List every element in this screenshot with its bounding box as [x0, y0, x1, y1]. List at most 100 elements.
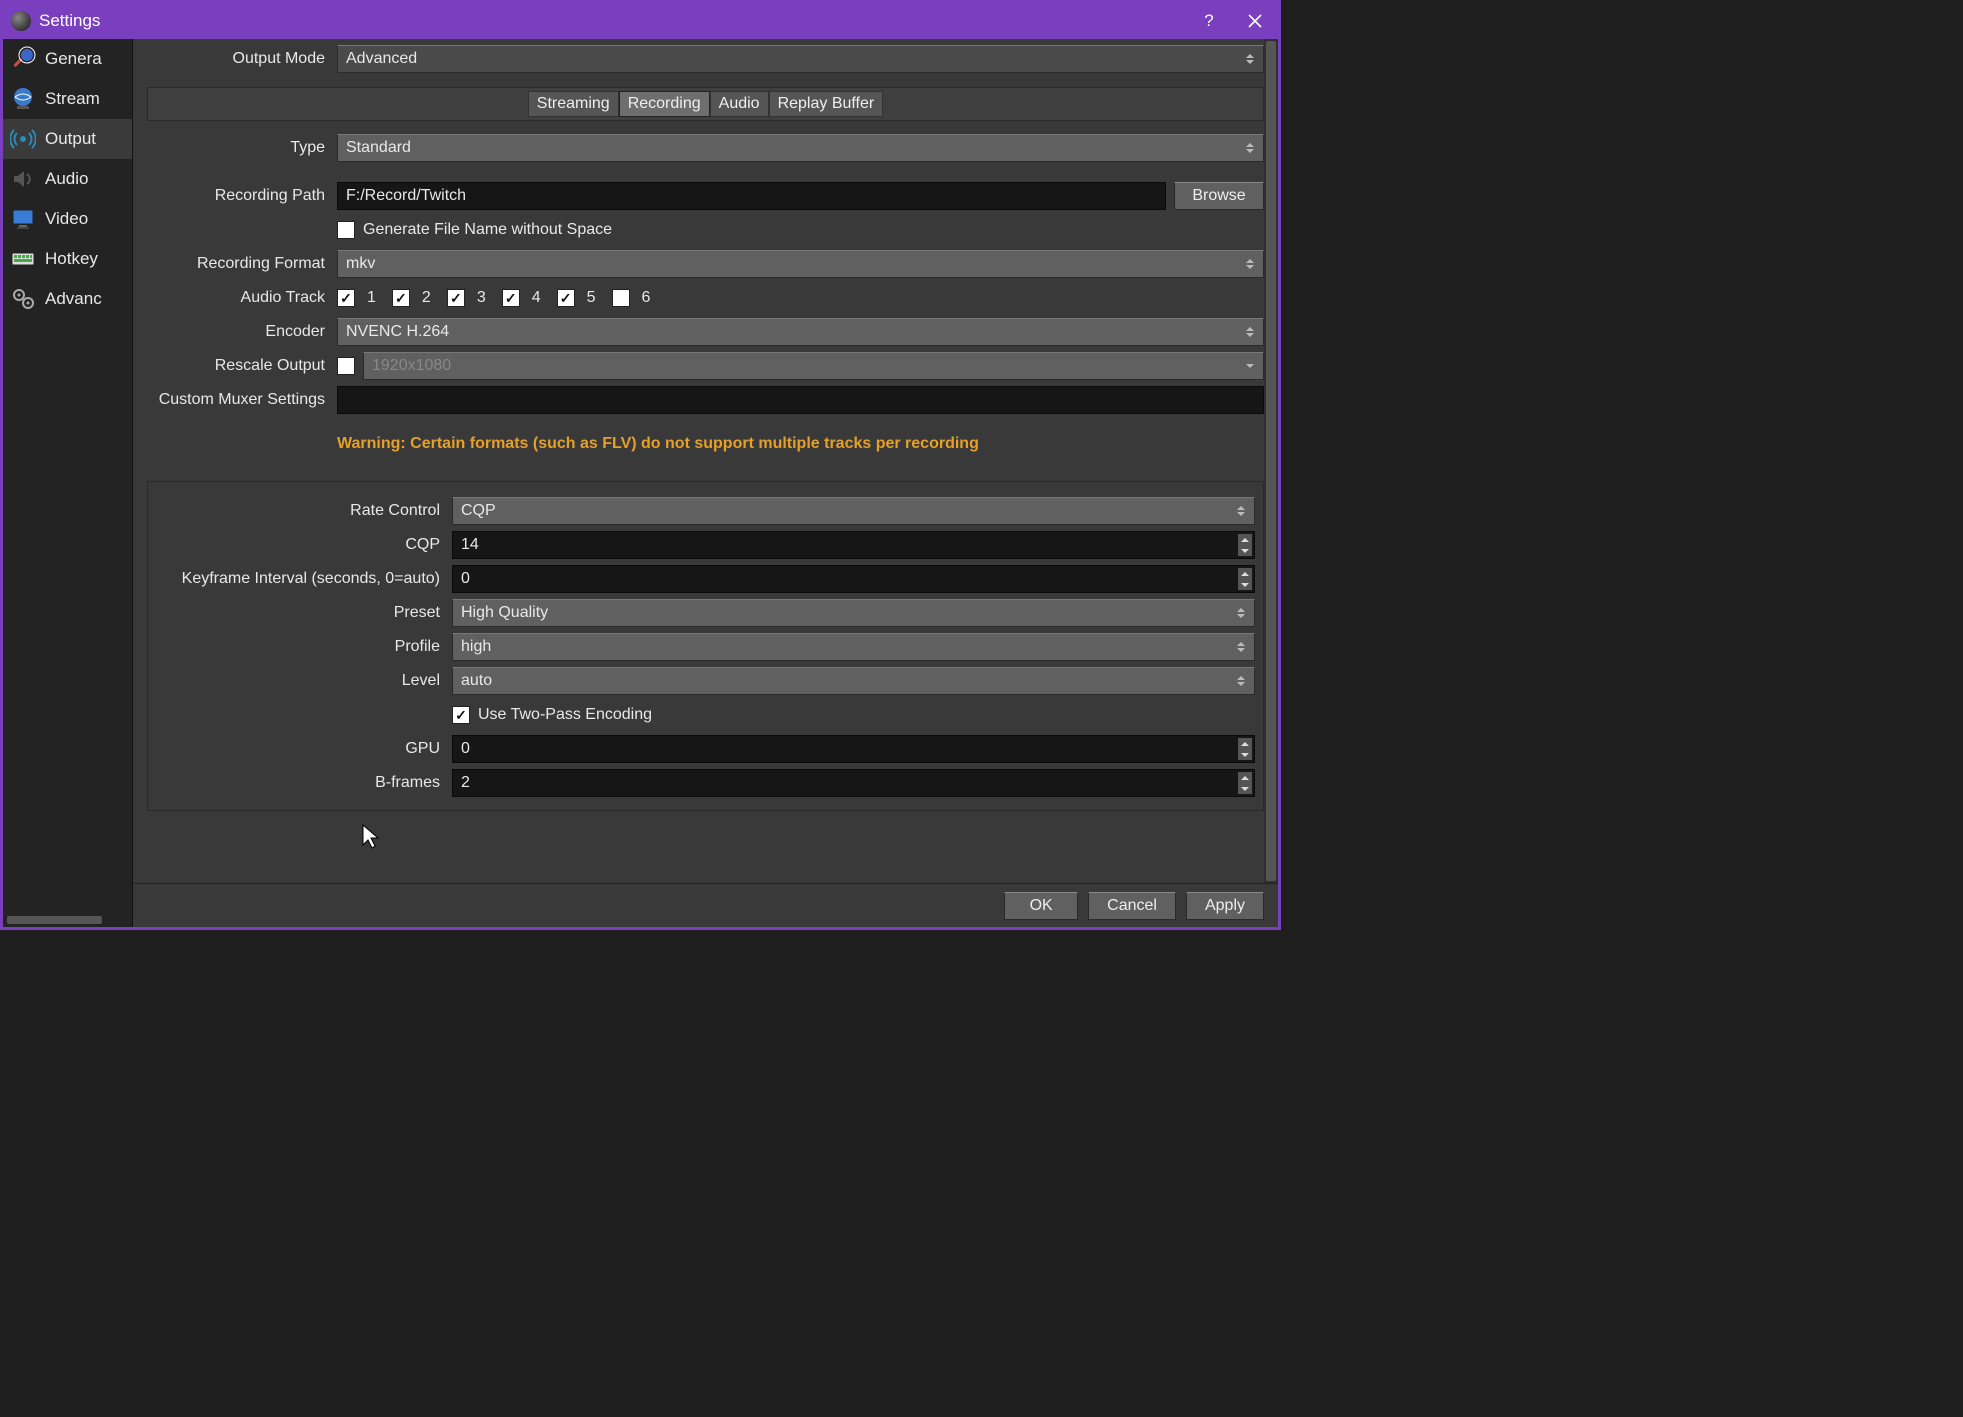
ok-button[interactable]: OK	[1004, 892, 1078, 920]
tab-recording[interactable]: Recording	[619, 91, 710, 117]
browse-button[interactable]: Browse	[1174, 182, 1264, 210]
gpu-label: GPU	[156, 740, 452, 758]
output-mode-select[interactable]: Advanced	[337, 45, 1264, 73]
recording-path-input[interactable]: F:/Record/Twitch	[337, 182, 1166, 210]
gen-filename-label: Generate File Name without Space	[363, 221, 612, 239]
recording-path-label: Recording Path	[147, 187, 337, 205]
rescale-output-row: Rescale Output 1920x1080	[147, 349, 1264, 383]
cqp-label: CQP	[156, 536, 452, 554]
keyframe-row: Keyframe Interval (seconds, 0=auto) 0	[156, 562, 1255, 596]
sidebar: Genera Stream Output Audio	[3, 39, 133, 927]
broadcast-icon	[9, 125, 37, 153]
audio-track-row: Audio Track 1 2 3 4 5 6	[147, 281, 1264, 315]
encoder-settings-group: Rate Control CQP CQP 14	[147, 481, 1264, 811]
bframes-label: B-frames	[156, 774, 452, 792]
obs-icon	[11, 11, 31, 31]
gen-filename-checkbox[interactable]	[337, 221, 355, 239]
main-vscrollbar[interactable]	[1264, 39, 1278, 883]
recording-format-select[interactable]: mkv	[337, 250, 1264, 278]
sidebar-item-label: Video	[45, 209, 88, 229]
help-button[interactable]: ?	[1186, 3, 1232, 39]
profile-select[interactable]: high	[452, 633, 1255, 661]
twopass-label: Use Two-Pass Encoding	[478, 706, 652, 724]
window-title: Settings	[39, 11, 100, 31]
preset-select[interactable]: High Quality	[452, 599, 1255, 627]
audio-track-4-checkbox[interactable]	[502, 289, 520, 307]
keyboard-icon	[9, 245, 37, 273]
twopass-row: Use Two-Pass Encoding	[156, 698, 1255, 732]
close-button[interactable]	[1232, 3, 1278, 39]
sidebar-item-video[interactable]: Video	[3, 199, 132, 239]
format-warning: Warning: Certain formats (such as FLV) d…	[337, 417, 979, 471]
encoder-select[interactable]: NVENC H.264	[337, 318, 1264, 346]
footer: OK Cancel Apply	[133, 883, 1278, 927]
audio-track-3-checkbox[interactable]	[447, 289, 465, 307]
sidebar-item-output[interactable]: Output	[3, 119, 132, 159]
speaker-icon	[9, 165, 37, 193]
keyframe-input[interactable]: 0	[452, 565, 1255, 593]
gpu-row: GPU 0	[156, 732, 1255, 766]
rate-control-row: Rate Control CQP	[156, 494, 1255, 528]
rescale-output-checkbox[interactable]	[337, 357, 355, 375]
sidebar-item-label: Audio	[45, 169, 88, 189]
audio-track-6-checkbox[interactable]	[612, 289, 630, 307]
muxer-label: Custom Muxer Settings	[147, 391, 337, 409]
apply-button[interactable]: Apply	[1186, 892, 1264, 920]
rate-control-label: Rate Control	[156, 502, 452, 520]
cqp-input[interactable]: 14	[452, 531, 1255, 559]
muxer-input[interactable]	[337, 386, 1264, 414]
type-label: Type	[147, 139, 337, 157]
muxer-row: Custom Muxer Settings	[147, 383, 1264, 417]
preset-label: Preset	[156, 604, 452, 622]
sidebar-item-label: Advanc	[45, 289, 102, 309]
recording-format-row: Recording Format mkv	[147, 247, 1264, 281]
keyframe-label: Keyframe Interval (seconds, 0=auto)	[156, 570, 452, 588]
audio-track-5-checkbox[interactable]	[557, 289, 575, 307]
audio-track-2-checkbox[interactable]	[392, 289, 410, 307]
recording-path-row: Recording Path F:/Record/Twitch Browse	[147, 179, 1264, 213]
type-row: Type Standard	[147, 131, 1264, 165]
output-tabs: Streaming Recording Audio Replay Buffer	[147, 87, 1264, 121]
wrench-icon	[9, 45, 37, 73]
cancel-button[interactable]: Cancel	[1088, 892, 1176, 920]
tab-audio[interactable]: Audio	[710, 91, 769, 117]
audio-track-label: Audio Track	[147, 289, 337, 307]
sidebar-item-label: Stream	[45, 89, 100, 109]
bframes-input[interactable]: 2	[452, 769, 1255, 797]
rescale-output-select[interactable]: 1920x1080	[363, 352, 1264, 380]
level-label: Level	[156, 672, 452, 690]
sidebar-item-advanced[interactable]: Advanc	[3, 279, 132, 319]
sidebar-item-hotkeys[interactable]: Hotkey	[3, 239, 132, 279]
rescale-output-label: Rescale Output	[147, 357, 337, 375]
profile-label: Profile	[156, 638, 452, 656]
gpu-input[interactable]: 0	[452, 735, 1255, 763]
output-mode-label: Output Mode	[147, 50, 337, 68]
sidebar-hscrollbar[interactable]	[3, 913, 132, 927]
sidebar-item-label: Genera	[45, 49, 102, 69]
twopass-checkbox[interactable]	[452, 706, 470, 724]
globe-icon	[9, 85, 37, 113]
sidebar-item-audio[interactable]: Audio	[3, 159, 132, 199]
preset-row: Preset High Quality	[156, 596, 1255, 630]
type-select[interactable]: Standard	[337, 134, 1264, 162]
gen-filename-row: Generate File Name without Space	[147, 213, 1264, 247]
rate-control-select[interactable]: CQP	[452, 497, 1255, 525]
encoder-label: Encoder	[147, 323, 337, 341]
bframes-row: B-frames 2	[156, 766, 1255, 800]
tab-replay-buffer[interactable]: Replay Buffer	[769, 91, 884, 117]
settings-window: Settings ? Genera Stream	[0, 0, 1281, 930]
titlebar: Settings ?	[3, 3, 1278, 39]
gears-icon	[9, 285, 37, 313]
warning-row: Warning: Certain formats (such as FLV) d…	[147, 417, 1264, 471]
level-select[interactable]: auto	[452, 667, 1255, 695]
main-panel: Output Mode Advanced Streaming Recording…	[133, 39, 1278, 927]
profile-row: Profile high	[156, 630, 1255, 664]
audio-track-1-checkbox[interactable]	[337, 289, 355, 307]
sidebar-item-label: Hotkey	[45, 249, 98, 269]
recording-format-label: Recording Format	[147, 255, 337, 273]
sidebar-item-general[interactable]: Genera	[3, 39, 132, 79]
monitor-icon	[9, 205, 37, 233]
tab-streaming[interactable]: Streaming	[528, 91, 619, 117]
sidebar-item-stream[interactable]: Stream	[3, 79, 132, 119]
encoder-row: Encoder NVENC H.264	[147, 315, 1264, 349]
